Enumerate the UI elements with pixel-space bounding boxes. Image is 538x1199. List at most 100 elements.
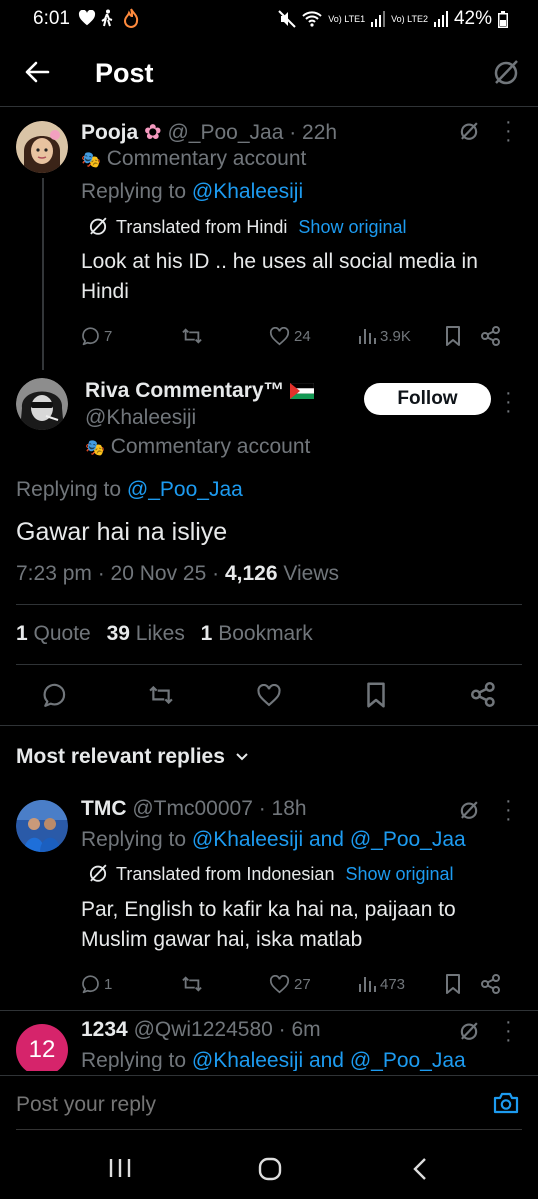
post-timestamp: 7:23 pm · 20 Nov 25 ·	[16, 562, 220, 585]
bookmarks-stat[interactable]: 1 Bookmark	[201, 622, 313, 645]
repost-icon	[182, 976, 202, 992]
author-name[interactable]: 1234	[81, 1018, 128, 1041]
follow-button[interactable]: Follow	[364, 383, 491, 415]
like-button[interactable]: 24	[269, 326, 357, 346]
bookmark-button[interactable]	[445, 326, 481, 346]
post-text: Par, English to kafir ka hai na, paijaan…	[81, 898, 456, 951]
grok-icon[interactable]	[492, 58, 520, 86]
top-bar: Post	[0, 44, 538, 107]
likes-stat[interactable]: 39 Likes	[107, 622, 185, 645]
wifi-icon	[302, 11, 322, 27]
battery-icon	[498, 10, 508, 28]
reply-composer	[0, 1075, 538, 1132]
status-bar: 6:01 Vo) LTE1 Vo) LTE2 42%	[0, 0, 538, 36]
bookmark-icon	[367, 682, 385, 708]
avatar[interactable]	[16, 121, 68, 173]
mask-icon: 🎭	[81, 152, 101, 169]
grok-icon[interactable]	[459, 121, 479, 141]
back-arrow-icon[interactable]	[24, 60, 50, 84]
grok-icon[interactable]	[459, 1021, 479, 1041]
replying-to: Replying to @Khaleesiji and @_Poo_Jaa	[81, 828, 466, 852]
share-button[interactable]	[481, 326, 501, 346]
commentary-badge: 🎭 Commentary account	[81, 147, 306, 171]
author-name[interactable]: Pooja	[81, 121, 138, 144]
views-button[interactable]: 3.9K	[357, 326, 445, 346]
repost-button[interactable]	[147, 683, 175, 707]
camera-icon[interactable]	[493, 1091, 519, 1115]
signal-icon	[371, 11, 386, 27]
replying-prefix: Replying to	[81, 1049, 187, 1071]
more-icon[interactable]: · · ·	[505, 1012, 512, 1050]
post-time: · 22h	[289, 121, 338, 144]
mention-link[interactable]: @Khaleesiji and @_Poo_Jaa	[192, 828, 466, 851]
like-button[interactable]: 27	[269, 974, 357, 994]
more-icon[interactable]: · · ·	[505, 383, 512, 421]
bookmark-button[interactable]	[366, 682, 386, 708]
views-label[interactable]: Views	[283, 562, 339, 585]
repost-button[interactable]	[181, 974, 269, 994]
flame-icon	[123, 8, 139, 28]
heart-icon	[78, 10, 96, 26]
sort-replies-dropdown[interactable]: Most relevant replies	[16, 745, 249, 769]
reply-button[interactable]: 1	[81, 974, 181, 994]
post-time: · 6m	[278, 1018, 321, 1041]
post-text: Look at his ID .. he uses all social med…	[81, 250, 478, 303]
author-handle[interactable]: @Khaleesiji	[85, 406, 196, 430]
reply-button[interactable]	[42, 682, 68, 708]
battery-text: 42%	[453, 8, 492, 29]
avatar[interactable]: 12	[16, 1024, 68, 1071]
network-label-2: Vo) LTE2	[391, 13, 428, 24]
reply-button[interactable]: 7	[81, 326, 181, 346]
author-name[interactable]: TMC	[81, 797, 127, 820]
replying-to: Replying to @Khaleesiji and @_Poo_Jaa	[81, 1049, 466, 1071]
replying-prefix: Replying to	[16, 478, 122, 501]
post-time: · 18h	[258, 797, 307, 820]
engagement-stats: 1 Quote 39 Likes 1 Bookmark	[16, 622, 313, 646]
divider	[16, 664, 522, 665]
avatar[interactable]	[16, 800, 68, 852]
heart-outline-icon	[269, 326, 290, 345]
mention-link[interactable]: @Khaleesiji and @_Poo_Jaa	[192, 1049, 466, 1071]
bookmark-icon	[446, 974, 460, 994]
mask-icon: 🎭	[85, 440, 105, 457]
bookmark-button[interactable]	[445, 974, 481, 994]
quotes-stat[interactable]: 1 Quote	[16, 622, 91, 645]
recent-apps-icon[interactable]	[108, 1157, 132, 1179]
heart-outline-icon	[257, 684, 281, 707]
replying-to: Replying to @Khaleesiji	[81, 180, 303, 204]
bookmark-icon	[446, 326, 460, 346]
like-button[interactable]	[256, 684, 282, 707]
repost-button[interactable]	[181, 326, 269, 346]
translated-label: Translated from Indonesian	[116, 864, 335, 884]
action-bar: 7 24 3.9K	[81, 326, 521, 346]
author-handle[interactable]: @Tmc00007	[132, 797, 253, 820]
replying-to: Replying to @_Poo_Jaa	[16, 478, 243, 502]
translate-icon	[88, 216, 108, 236]
heart-outline-icon	[269, 974, 290, 993]
page-title: Post	[95, 58, 154, 88]
views-count: 4,126	[224, 562, 278, 585]
more-icon[interactable]: · · ·	[505, 791, 512, 829]
reply-input[interactable]	[14, 1088, 478, 1122]
post-text: Gawar hai na isliye	[16, 518, 228, 546]
grok-icon[interactable]	[459, 800, 479, 820]
replying-prefix: Replying to	[81, 828, 187, 851]
back-icon[interactable]	[412, 1157, 428, 1181]
views-button[interactable]: 473	[357, 974, 445, 994]
avatar[interactable]	[16, 378, 68, 430]
share-button[interactable]	[481, 974, 501, 994]
more-icon[interactable]: · · ·	[505, 112, 512, 150]
mention-link[interactable]: @Khaleesiji	[192, 180, 303, 203]
author-handle[interactable]: @_Poo_Jaa	[167, 121, 283, 144]
author-name[interactable]: Riva Commentary™	[85, 379, 285, 402]
share-button[interactable]	[471, 682, 496, 707]
home-icon[interactable]	[258, 1157, 282, 1181]
show-original-link[interactable]: Show original	[345, 864, 453, 884]
repost-icon	[149, 685, 173, 705]
divider	[16, 604, 522, 605]
show-original-link[interactable]: Show original	[298, 217, 406, 237]
badge-label: Commentary account	[110, 435, 311, 458]
sort-label: Most relevant replies	[16, 745, 225, 768]
author-handle[interactable]: @Qwi1224580	[134, 1018, 273, 1041]
mention-link[interactable]: @_Poo_Jaa	[127, 478, 243, 501]
